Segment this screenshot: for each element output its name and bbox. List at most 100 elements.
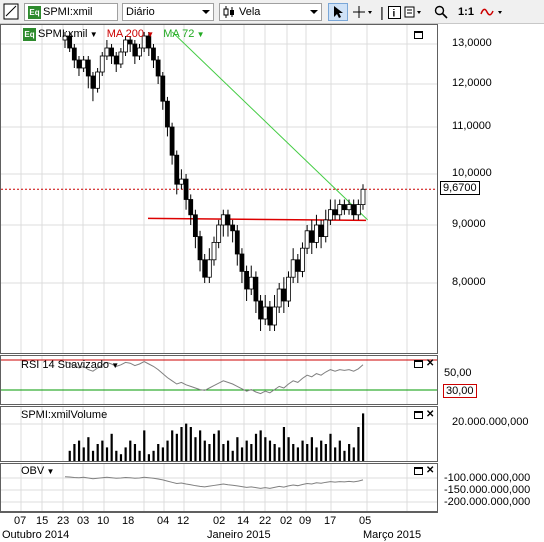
maximize-icon[interactable]	[414, 31, 423, 39]
candle-icon	[223, 6, 234, 18]
maximize-icon[interactable]	[414, 411, 423, 419]
rsi-axis: 50,00 30,00	[438, 355, 544, 405]
day-tick: 23	[57, 515, 70, 527]
candle-body	[169, 126, 175, 156]
close-icon[interactable]: ✕	[426, 466, 435, 476]
volume-bar	[287, 437, 290, 461]
indicators-button[interactable]	[404, 3, 424, 21]
candle-body	[188, 199, 194, 216]
draw-line-button[interactable]: |	[378, 3, 386, 21]
symbol-field[interactable]: Eq SPMI:xmil	[24, 3, 118, 21]
candle-body	[286, 276, 291, 302]
candle-body	[295, 259, 301, 272]
volume-bar	[189, 427, 192, 461]
cursor-icon	[334, 6, 343, 18]
zoom-reset-button[interactable]: 1:1	[456, 3, 476, 21]
maximize-icon[interactable]	[414, 467, 423, 475]
volume-bar	[166, 440, 169, 461]
rsi-panel[interactable]: RSI 14 Suavizado ▼ ✕	[0, 355, 438, 405]
volume-bar	[240, 447, 244, 461]
volume-bar	[213, 433, 216, 461]
volume-bar	[175, 433, 178, 461]
day-tick: 04	[157, 515, 170, 527]
candle-body	[123, 39, 128, 53]
obv-label[interactable]: OBV	[21, 465, 44, 477]
volume-bar	[115, 450, 118, 461]
chevron-down-icon	[310, 10, 318, 14]
volume-bar	[101, 440, 104, 461]
volume-bar	[245, 440, 248, 461]
volume-bar	[334, 447, 337, 461]
price-axis: 13,0000 12,0000 11,0000 10,0000 9,0000 8…	[438, 24, 544, 354]
main-symbol-label: SPMI:xmil	[38, 28, 88, 40]
layout-icon[interactable]	[3, 2, 23, 22]
candle-body	[179, 178, 184, 185]
day-tick: 12	[177, 515, 190, 527]
studies-button[interactable]	[480, 3, 506, 21]
volume-bar	[124, 447, 127, 461]
volume-bar	[171, 430, 174, 461]
zoom-button[interactable]	[433, 3, 449, 21]
candle-body	[90, 75, 96, 89]
period-select[interactable]: Diário	[122, 3, 214, 21]
price-level: 9,0000	[452, 218, 486, 230]
candle-body	[272, 306, 277, 326]
rsi-legend: RSI 14 Suavizado ▼	[21, 359, 120, 371]
volume-bar	[73, 444, 76, 461]
volume-bar	[259, 430, 262, 461]
candle-body	[351, 204, 357, 216]
info-button[interactable]: i	[386, 3, 402, 21]
crosshair-button[interactable]	[352, 3, 374, 21]
candle-body	[192, 214, 198, 238]
day-tick: 09	[299, 515, 312, 527]
rsi-label[interactable]: RSI 14 Suavizado	[21, 359, 109, 371]
obv-axis: -100.000.000,000 -150.000.000,000 -200.0…	[438, 463, 544, 512]
candle-body	[211, 241, 217, 261]
volume-bar	[77, 440, 81, 461]
volume-label[interactable]: SPMI:xmilVolume	[21, 409, 107, 421]
volume-bar	[329, 433, 332, 461]
pointer-tool-button[interactable]	[328, 3, 348, 21]
volume-bar	[133, 444, 137, 461]
volume-bar	[357, 427, 360, 461]
candle-body	[290, 259, 296, 278]
volume-bar	[348, 444, 351, 461]
volume-bar	[82, 447, 85, 461]
day-tick: 07	[14, 515, 27, 527]
candle-body	[248, 276, 254, 290]
equity-icon: Eq	[28, 5, 41, 19]
candle-body	[328, 209, 333, 221]
month-label: Março 2015	[363, 529, 422, 541]
day-tick: 17	[324, 515, 337, 527]
volume-bar	[222, 444, 225, 461]
price-panel[interactable]: Eq SPMI:xmil ▼ MA 200 ▼ MA 72 ▼	[0, 24, 438, 354]
volume-axis: 20.000.000,000	[438, 406, 544, 462]
candle-body	[160, 75, 166, 102]
candle-body	[81, 59, 87, 69]
maximize-icon[interactable]	[414, 360, 423, 368]
volume-bar	[338, 440, 341, 461]
rsi-level: 50,00	[444, 367, 472, 379]
obv-panel[interactable]: OBV ▼ ✕	[0, 463, 438, 512]
candle-body	[132, 43, 138, 57]
ma200-label[interactable]: MA 200	[107, 28, 144, 40]
candle-body	[355, 204, 361, 216]
info-icon: i	[387, 5, 401, 19]
ma72-label[interactable]: MA 72	[163, 28, 194, 40]
volume-bar	[301, 440, 304, 461]
close-icon[interactable]: ✕	[426, 359, 435, 369]
magnifier-icon	[434, 5, 448, 19]
obv-line	[64, 476, 364, 489]
volume-panel[interactable]: SPMI:xmilVolume ✕	[0, 406, 438, 462]
volume-bar	[194, 437, 197, 461]
candle-body	[104, 47, 110, 57]
close-icon[interactable]: ✕	[426, 410, 435, 420]
volume-bar	[264, 437, 267, 461]
vertical-line-icon: |	[380, 4, 384, 20]
chart-type-select[interactable]: Vela	[219, 3, 322, 21]
candle-body	[216, 224, 222, 243]
candle-body	[234, 230, 240, 255]
volume-bar	[199, 430, 202, 461]
candle-body	[197, 236, 203, 261]
price-level: 13,0000	[452, 37, 492, 49]
